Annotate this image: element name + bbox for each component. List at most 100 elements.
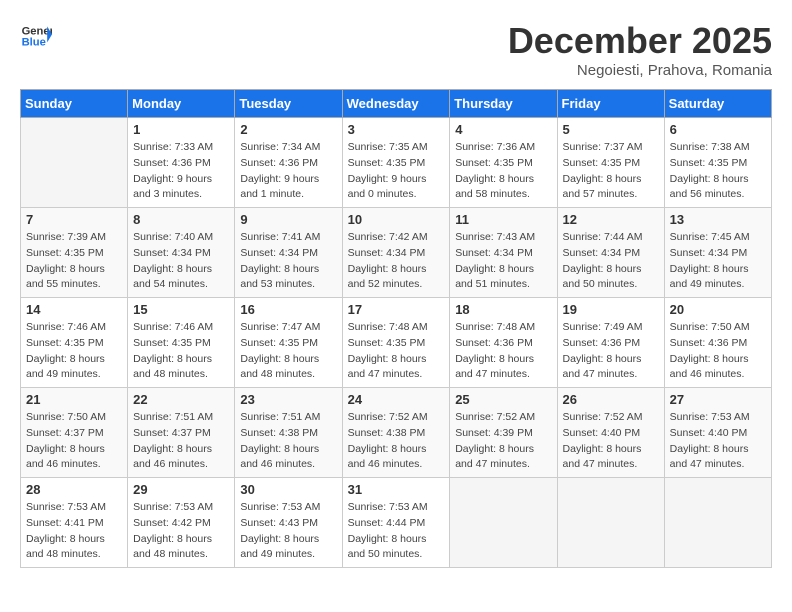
calendar-day-cell: 21 Sunrise: 7:50 AMSunset: 4:37 PMDayligh… [21, 388, 128, 478]
calendar-week-row: 21 Sunrise: 7:50 AMSunset: 4:37 PMDayligh… [21, 388, 772, 478]
day-number: 1 [133, 122, 229, 137]
calendar-day-cell: 1 Sunrise: 7:33 AMSunset: 4:36 PMDaylight… [128, 118, 235, 208]
day-info: Sunrise: 7:33 AMSunset: 4:36 PMDaylight:… [133, 140, 229, 203]
calendar-day-cell: 26 Sunrise: 7:52 AMSunset: 4:40 PMDayligh… [557, 388, 664, 478]
calendar-day-cell: 15 Sunrise: 7:46 AMSunset: 4:35 PMDayligh… [128, 298, 235, 388]
calendar-day-cell: 10 Sunrise: 7:42 AMSunset: 4:34 PMDayligh… [342, 208, 450, 298]
day-info: Sunrise: 7:51 AMSunset: 4:38 PMDaylight:… [240, 410, 336, 473]
calendar-day-cell [557, 478, 664, 568]
day-info: Sunrise: 7:53 AMSunset: 4:43 PMDaylight:… [240, 500, 336, 563]
calendar-day-cell: 30 Sunrise: 7:53 AMSunset: 4:43 PMDayligh… [235, 478, 342, 568]
day-info: Sunrise: 7:47 AMSunset: 4:35 PMDaylight:… [240, 320, 336, 383]
calendar-day-cell: 8 Sunrise: 7:40 AMSunset: 4:34 PMDaylight… [128, 208, 235, 298]
day-info: Sunrise: 7:53 AMSunset: 4:44 PMDaylight:… [348, 500, 445, 563]
weekday-header-cell: Thursday [450, 90, 557, 118]
day-info: Sunrise: 7:48 AMSunset: 4:36 PMDaylight:… [455, 320, 551, 383]
calendar-day-cell: 14Sunrise: 7:46 AMSunset: 4:35 PMDayligh… [21, 298, 128, 388]
calendar-day-cell: 6 Sunrise: 7:38 AMSunset: 4:35 PMDaylight… [664, 118, 771, 208]
day-number: 21 [26, 392, 122, 407]
calendar-day-cell: 29Sunrise: 7:53 AMSunset: 4:42 PMDayligh… [128, 478, 235, 568]
weekday-header-cell: Wednesday [342, 90, 450, 118]
day-info: Sunrise: 7:42 AMSunset: 4:34 PMDaylight:… [348, 230, 445, 293]
calendar-day-cell: 16 Sunrise: 7:47 AMSunset: 4:35 PMDayligh… [235, 298, 342, 388]
day-number: 8 [133, 212, 229, 227]
calendar-day-cell: 25Sunrise: 7:52 AMSunset: 4:39 PMDayligh… [450, 388, 557, 478]
day-number: 18 [455, 302, 551, 317]
day-number: 4 [455, 122, 551, 137]
day-number: 12 [563, 212, 659, 227]
day-info: Sunrise: 7:41 AMSunset: 4:34 PMDaylight:… [240, 230, 336, 293]
day-info: Sunrise: 7:38 AMSunset: 4:35 PMDaylight:… [670, 140, 766, 203]
calendar-day-cell: 3 Sunrise: 7:35 AMSunset: 4:35 PMDaylight… [342, 118, 450, 208]
day-number: 22 [133, 392, 229, 407]
calendar-day-cell: 17 Sunrise: 7:48 AMSunset: 4:35 PMDayligh… [342, 298, 450, 388]
calendar-week-row: 28 Sunrise: 7:53 AMSunset: 4:41 PMDayligh… [21, 478, 772, 568]
day-number: 3 [348, 122, 445, 137]
day-number: 2 [240, 122, 336, 137]
day-info: Sunrise: 7:37 AMSunset: 4:35 PMDaylight:… [563, 140, 659, 203]
day-number: 28 [26, 482, 122, 497]
weekday-header-cell: Saturday [664, 90, 771, 118]
calendar-day-cell: 31Sunrise: 7:53 AMSunset: 4:44 PMDayligh… [342, 478, 450, 568]
day-number: 9 [240, 212, 336, 227]
calendar-day-cell: 20 Sunrise: 7:50 AMSunset: 4:36 PMDayligh… [664, 298, 771, 388]
calendar-day-cell [450, 478, 557, 568]
title-area: December 2025 Negoiesti, Prahova, Romani… [508, 20, 772, 79]
calendar-day-cell: 27Sunrise: 7:53 AMSunset: 4:40 PMDayligh… [664, 388, 771, 478]
day-number: 17 [348, 302, 445, 317]
day-number: 24 [348, 392, 445, 407]
day-info: Sunrise: 7:53 AMSunset: 4:41 PMDaylight:… [26, 500, 122, 563]
day-info: Sunrise: 7:52 AMSunset: 4:39 PMDaylight:… [455, 410, 551, 473]
day-number: 13 [670, 212, 766, 227]
weekday-header-cell: Tuesday [235, 90, 342, 118]
day-number: 15 [133, 302, 229, 317]
day-number: 26 [563, 392, 659, 407]
weekday-header-row: SundayMondayTuesdayWednesdayThursdayFrid… [21, 90, 772, 118]
day-info: Sunrise: 7:48 AMSunset: 4:35 PMDaylight:… [348, 320, 445, 383]
calendar-day-cell: 28 Sunrise: 7:53 AMSunset: 4:41 PMDayligh… [21, 478, 128, 568]
calendar-day-cell: 4Sunrise: 7:36 AMSunset: 4:35 PMDaylight… [450, 118, 557, 208]
subtitle: Negoiesti, Prahova, Romania [508, 62, 772, 79]
day-info: Sunrise: 7:40 AMSunset: 4:34 PMDaylight:… [133, 230, 229, 293]
day-info: Sunrise: 7:53 AMSunset: 4:42 PMDaylight:… [133, 500, 229, 563]
calendar-day-cell: 13Sunrise: 7:45 AMSunset: 4:34 PMDayligh… [664, 208, 771, 298]
day-number: 10 [348, 212, 445, 227]
day-info: Sunrise: 7:52 AMSunset: 4:40 PMDaylight:… [563, 410, 659, 473]
day-info: Sunrise: 7:50 AMSunset: 4:37 PMDaylight:… [26, 410, 122, 473]
weekday-header-cell: Friday [557, 90, 664, 118]
day-info: Sunrise: 7:35 AMSunset: 4:35 PMDaylight:… [348, 140, 445, 203]
calendar-day-cell: 9 Sunrise: 7:41 AMSunset: 4:34 PMDaylight… [235, 208, 342, 298]
day-number: 19 [563, 302, 659, 317]
calendar-day-cell: 2 Sunrise: 7:34 AMSunset: 4:36 PMDaylight… [235, 118, 342, 208]
calendar-day-cell [21, 118, 128, 208]
day-info: Sunrise: 7:34 AMSunset: 4:36 PMDaylight:… [240, 140, 336, 203]
day-info: Sunrise: 7:46 AMSunset: 4:35 PMDaylight:… [133, 320, 229, 383]
calendar-day-cell: 11Sunrise: 7:43 AMSunset: 4:34 PMDayligh… [450, 208, 557, 298]
day-number: 30 [240, 482, 336, 497]
day-number: 11 [455, 212, 551, 227]
calendar-table: SundayMondayTuesdayWednesdayThursdayFrid… [20, 89, 772, 568]
month-title: December 2025 [508, 20, 772, 62]
day-number: 20 [670, 302, 766, 317]
day-info: Sunrise: 7:49 AMSunset: 4:36 PMDaylight:… [563, 320, 659, 383]
calendar-week-row: 7Sunrise: 7:39 AMSunset: 4:35 PMDaylight… [21, 208, 772, 298]
day-info: Sunrise: 7:51 AMSunset: 4:37 PMDaylight:… [133, 410, 229, 473]
day-info: Sunrise: 7:44 AMSunset: 4:34 PMDaylight:… [563, 230, 659, 293]
calendar-day-cell: 5 Sunrise: 7:37 AMSunset: 4:35 PMDaylight… [557, 118, 664, 208]
day-info: Sunrise: 7:50 AMSunset: 4:36 PMDaylight:… [670, 320, 766, 383]
weekday-header-cell: Sunday [21, 90, 128, 118]
calendar-day-cell: 12 Sunrise: 7:44 AMSunset: 4:34 PMDayligh… [557, 208, 664, 298]
calendar-day-cell: 18 Sunrise: 7:48 AMSunset: 4:36 PMDayligh… [450, 298, 557, 388]
day-info: Sunrise: 7:52 AMSunset: 4:38 PMDaylight:… [348, 410, 445, 473]
calendar-day-cell: 22 Sunrise: 7:51 AMSunset: 4:37 PMDayligh… [128, 388, 235, 478]
calendar-day-cell: 19 Sunrise: 7:49 AMSunset: 4:36 PMDayligh… [557, 298, 664, 388]
calendar-day-cell: 7Sunrise: 7:39 AMSunset: 4:35 PMDaylight… [21, 208, 128, 298]
calendar-week-row: 1 Sunrise: 7:33 AMSunset: 4:36 PMDaylight… [21, 118, 772, 208]
day-number: 16 [240, 302, 336, 317]
day-number: 6 [670, 122, 766, 137]
day-number: 7 [26, 212, 122, 227]
calendar-day-cell: 24 Sunrise: 7:52 AMSunset: 4:38 PMDayligh… [342, 388, 450, 478]
calendar-day-cell: 23Sunrise: 7:51 AMSunset: 4:38 PMDayligh… [235, 388, 342, 478]
day-number: 27 [670, 392, 766, 407]
day-number: 5 [563, 122, 659, 137]
